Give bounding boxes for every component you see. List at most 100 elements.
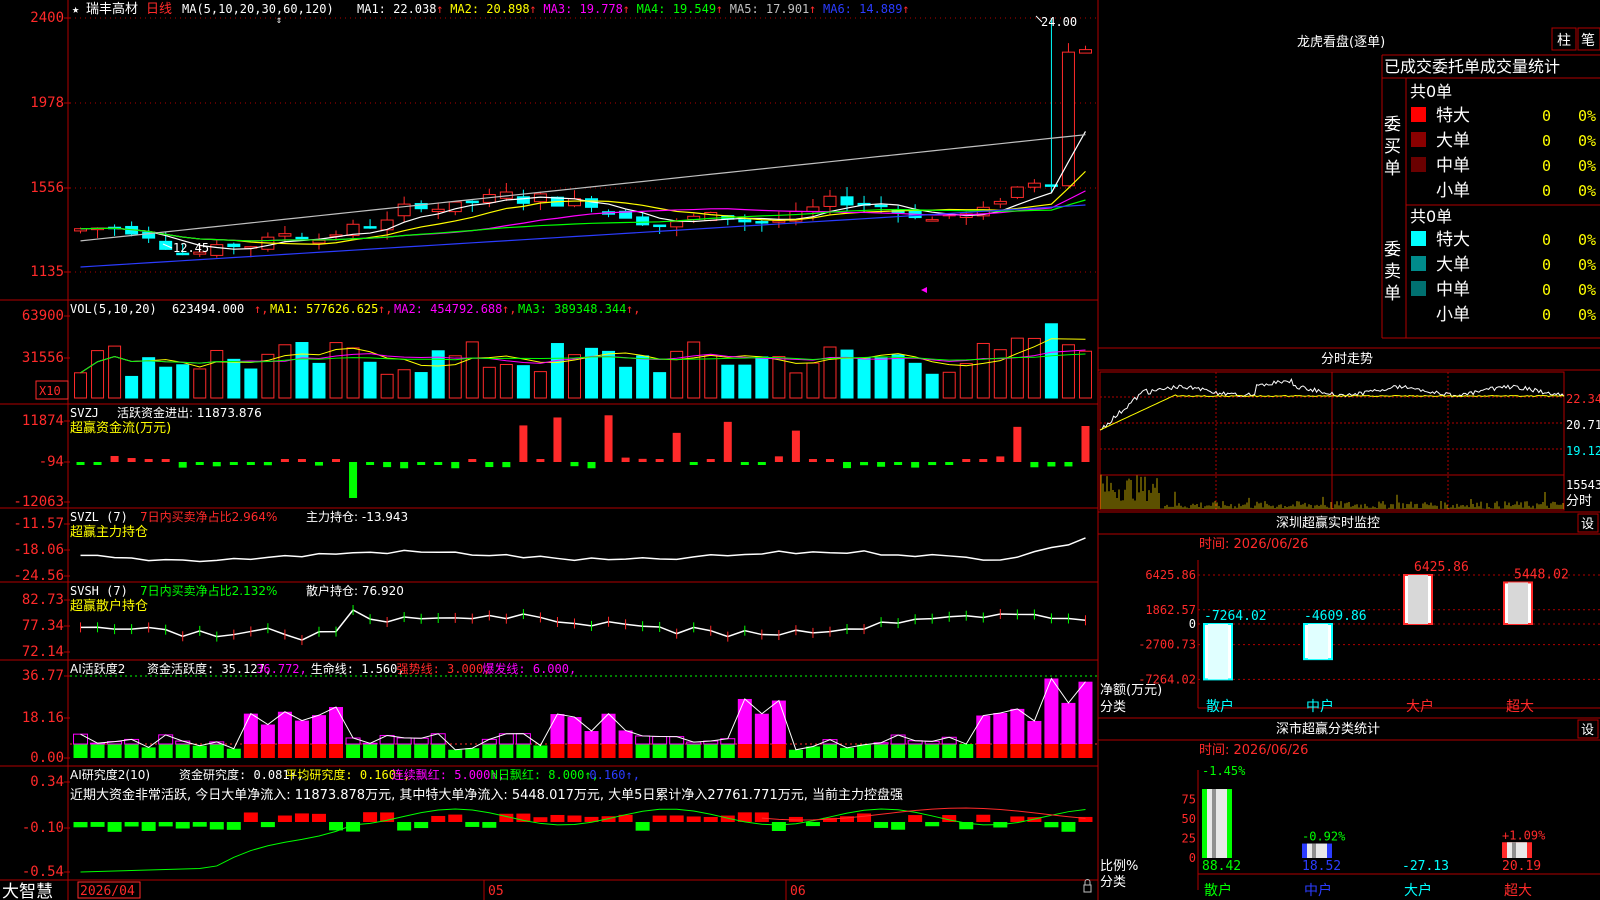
candle-body[interactable] [636,216,650,226]
order-type-label: 中单 [1436,156,1470,176]
ai-active-base [857,744,872,758]
candle-body[interactable] [431,208,445,213]
candle-body[interactable] [465,200,479,204]
volume-bar [244,368,258,399]
order-type-swatch [1411,231,1426,246]
volume-bar [721,364,735,399]
candle-body[interactable] [1078,49,1092,54]
candle-body[interactable] [874,204,888,208]
svzj-bar [297,459,306,462]
y-tick-label: 77.34 [22,618,64,634]
svzj-bar [144,459,153,462]
order-count: 0 [1542,182,1551,200]
svzj-bar [417,462,426,465]
vol-legend-arrow: ↑, [626,302,640,316]
ai-active-base [959,744,974,758]
candle-body[interactable] [670,221,684,228]
ar-bar [311,813,326,822]
order-type-label: 大单 [1436,255,1470,275]
ai-active-base [414,744,429,758]
favorite-star-icon[interactable]: ★ [72,2,79,16]
class-y-tick: 75 [1182,793,1196,807]
class-bar-stripe [1512,842,1516,858]
ai-research-legend: 资金研究度: 0.081↑,平均研究度: 0.160↑,连续飘红: 5.000↑… [179,767,640,782]
vol-legend: ↑, MA1: 577626.625 ↑, MA2: 454792.688 ↑, MA3:… [254,302,640,316]
ai-active-base [363,744,378,758]
svzj-bar [621,457,630,462]
candle-body[interactable] [295,236,309,240]
volume-bar [380,373,394,399]
svzl-title: 超赢主力持仓 [70,524,148,540]
tab-filled[interactable]: 已成交 [1384,57,1432,76]
candle-body[interactable] [278,233,292,237]
background [0,0,1600,900]
ai-active-bar [1078,681,1093,744]
class-y-tick: 25 [1182,832,1196,846]
intraday-tick-high: 22.34 [1566,392,1600,406]
candle-body[interactable] [363,226,377,229]
ai-active-base [993,744,1008,758]
order-count: 0 [1542,107,1551,125]
candle-body[interactable] [585,198,599,208]
monitor-bar-label: 中户 [1306,698,1334,715]
y-tick-label: 36.77 [22,668,64,684]
candle-body[interactable] [516,196,530,204]
svsh-ratio: 7日内买卖净占比2.132% [140,583,277,598]
ai-legend-item: 强势线: 3.000, [397,662,491,676]
candle-body[interactable] [227,243,241,248]
svzj-bar [1030,462,1039,468]
volume-bar [976,342,990,399]
candle-body[interactable] [1027,182,1041,188]
candle-body[interactable] [925,219,939,222]
month-label-06: 06 [790,884,806,899]
tab-orders[interactable]: 委托单 [1432,57,1480,76]
svzj-bar [195,462,204,465]
candle-body[interactable] [1061,51,1075,187]
svzj-bar [587,462,596,469]
volume-bar [1027,337,1041,399]
ar-bar [533,817,548,822]
volume-bar [857,357,871,399]
svzj-bar [349,462,358,498]
y-tick-label: -11.57 [13,516,64,532]
volume-bar [636,355,650,399]
buy-orders-label: 委买单 [1384,115,1401,179]
candle-body[interactable] [1010,186,1024,198]
candle-body[interactable] [210,244,224,256]
candle-body[interactable] [823,195,837,207]
svzj-bar [246,462,255,465]
svzj-bar [808,459,817,462]
ar-legend-item: 0.160↑, [589,768,640,782]
y-tick-label: 0.00 [30,750,64,766]
ma-legend-arrow: ↑ [809,2,816,16]
order-pct: 0% [1578,157,1596,175]
ai-active-bar [345,737,361,745]
ai-active-bar [737,698,752,744]
candle-body[interactable] [312,239,326,244]
ai-active-bar [277,711,292,744]
ai-active-bar [550,714,565,744]
volume-bar [278,344,292,399]
ai-active-bar [1027,720,1042,744]
ai-active-base [73,744,88,758]
svzj-bar [604,415,613,462]
order-type-swatch [1411,281,1426,296]
order-type-label: 特大 [1436,230,1470,250]
ai-legend-item: 资金活跃度: 35.127, [147,661,272,676]
candle-body[interactable] [993,200,1007,205]
ai-active-base [158,744,173,758]
class-y-tick: 50 [1182,812,1196,826]
svzl-holding: 主力持仓: -13.943 [306,509,408,524]
candle-body[interactable] [840,196,854,206]
candle-body[interactable] [653,224,667,228]
tab-volume-stats[interactable]: 成交量统计 [1480,57,1560,76]
candle-body[interactable] [755,221,769,224]
class-bar-label: 超大 [1504,883,1532,899]
period-label[interactable]: 日线 [146,2,172,17]
order-count: 0 [1542,256,1551,274]
candle-body[interactable] [806,206,820,212]
candle-body[interactable] [380,219,394,231]
candle-body[interactable] [738,219,752,223]
ai-active-bar [73,733,89,745]
ar-bar [771,822,786,831]
